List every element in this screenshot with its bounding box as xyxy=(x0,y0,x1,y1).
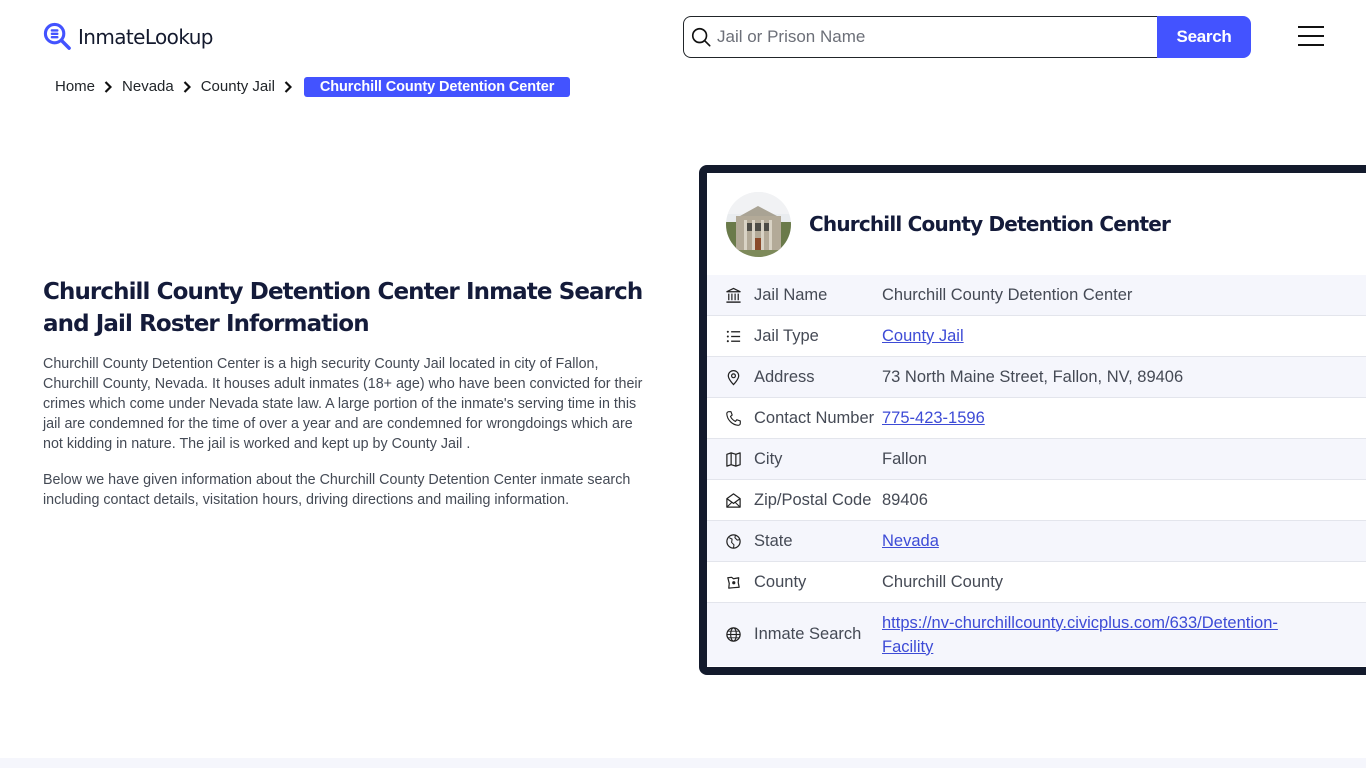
breadcrumb-nevada[interactable]: Nevada xyxy=(122,78,174,95)
inmate-search-link[interactable]: https://nv-churchillcounty.civicplus.com… xyxy=(882,614,1278,656)
detail-label: Jail Type xyxy=(754,326,819,345)
intro-paragraph: Churchill County Detention Center is a h… xyxy=(43,356,643,452)
detail-row-city: City Fallon xyxy=(707,439,1366,480)
logo-text: InmateLookup xyxy=(78,24,213,49)
detail-row-jail-type: Jail Type County Jail xyxy=(707,316,1366,357)
globe-region-icon xyxy=(724,532,742,550)
detail-value: 89406 xyxy=(882,491,928,509)
county-map-icon xyxy=(724,573,742,591)
detail-label: Address xyxy=(754,367,815,386)
facility-info-card: Churchill County Detention Center Jail N… xyxy=(699,165,1366,675)
chevron-right-icon xyxy=(183,80,191,93)
detail-label: Jail Name xyxy=(754,285,828,304)
footer-band xyxy=(0,758,1366,768)
globe-icon xyxy=(724,626,742,644)
phone-link[interactable]: 775-423-1596 xyxy=(882,409,985,427)
mail-open-icon xyxy=(724,491,742,509)
facility-details-table: Jail Name Churchill County Detention Cen… xyxy=(707,275,1366,666)
detail-row-inmate-search: Inmate Search https://nv-churchillcounty… xyxy=(707,603,1366,666)
breadcrumb-home[interactable]: Home xyxy=(55,78,95,95)
map-pin-icon xyxy=(724,368,742,386)
phone-icon xyxy=(724,409,742,427)
detail-row-contact-number: Contact Number 775-423-1596 xyxy=(707,398,1366,439)
detail-label: Zip/Postal Code xyxy=(754,490,872,509)
card-header: Churchill County Detention Center xyxy=(707,173,1366,275)
detail-row-address: Address 73 North Maine Street, Fallon, N… xyxy=(707,357,1366,398)
breadcrumb-county-jail[interactable]: County Jail xyxy=(201,78,275,95)
detail-value: Fallon xyxy=(882,450,927,468)
detail-label: County xyxy=(754,572,807,591)
hamburger-menu-icon[interactable] xyxy=(1298,26,1324,46)
detail-label: State xyxy=(754,531,793,550)
jail-type-link[interactable]: County Jail xyxy=(882,327,964,345)
detail-row-jail-name: Jail Name Churchill County Detention Cen… xyxy=(707,275,1366,316)
search-input[interactable] xyxy=(717,27,1137,47)
map-icon xyxy=(724,450,742,468)
intro-paragraph: Below we have given information about th… xyxy=(43,472,631,508)
breadcrumb: Home Nevada County Jail Churchill County… xyxy=(55,75,571,98)
state-link[interactable]: Nevada xyxy=(882,532,939,550)
detail-row-county: County Churchill County xyxy=(707,562,1366,603)
menu-bar xyxy=(1298,44,1324,46)
page-title: Churchill County Detention Center Inmate… xyxy=(43,279,643,337)
card-title: Churchill County Detention Center xyxy=(809,212,1171,236)
detail-row-zip-code: Zip/Postal Code 89406 xyxy=(707,480,1366,521)
search-button[interactable]: Search xyxy=(1157,16,1251,58)
logo-magnifier-icon xyxy=(43,22,71,50)
detail-label: Inmate Search xyxy=(754,625,862,643)
chevron-right-icon xyxy=(284,80,292,93)
chevron-right-icon xyxy=(104,80,113,93)
bank-icon xyxy=(724,286,742,304)
menu-bar xyxy=(1298,35,1324,37)
breadcrumb-current[interactable]: Churchill County Detention Center xyxy=(303,76,571,97)
detail-row-state: State Nevada xyxy=(707,521,1366,562)
list-icon xyxy=(724,327,742,345)
search-icon xyxy=(691,27,711,47)
intro-section: Churchill County Detention Center Inmate… xyxy=(43,276,643,526)
menu-bar xyxy=(1298,26,1324,28)
facility-photo xyxy=(726,191,791,257)
detail-value: 73 North Maine Street, Fallon, NV, 89406 xyxy=(882,368,1184,386)
detail-label: City xyxy=(754,449,783,468)
search-field xyxy=(683,16,1157,58)
detail-label: Contact Number xyxy=(754,408,875,427)
detail-value: Churchill County xyxy=(882,573,1004,591)
search-form: Search xyxy=(683,16,1251,58)
logo-link[interactable]: InmateLookup xyxy=(43,22,213,51)
detail-value: Churchill County Detention Center xyxy=(882,286,1133,304)
